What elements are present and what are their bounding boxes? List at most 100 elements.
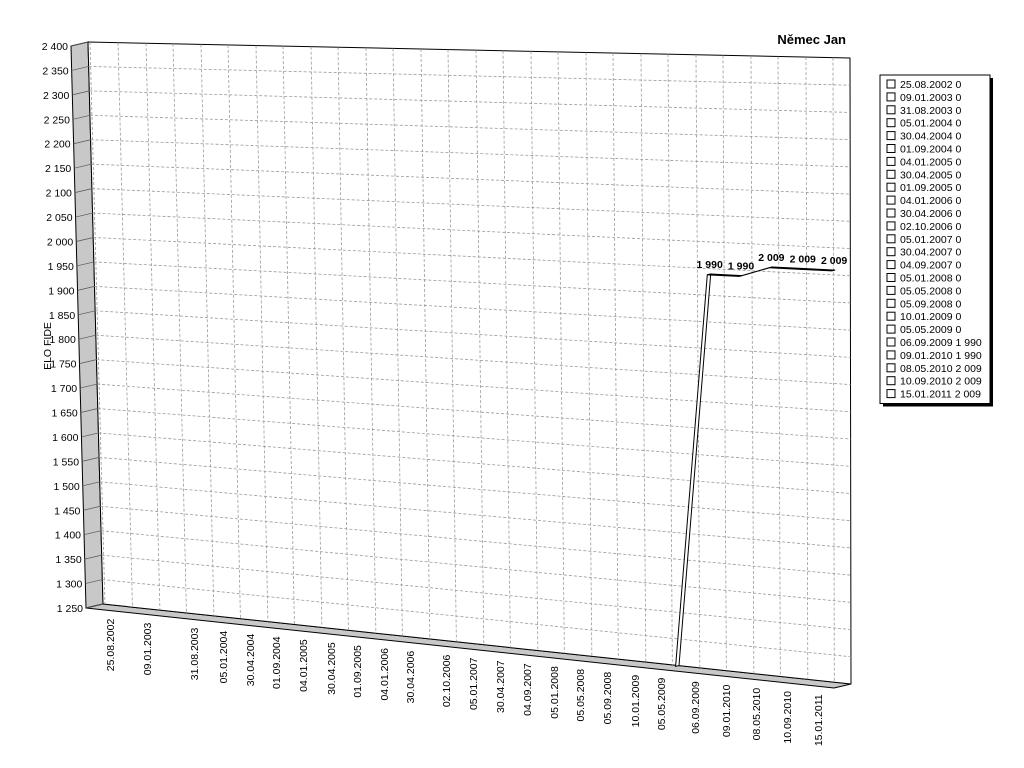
legend-entry: 30.04.2006 0: [900, 208, 961, 220]
legend-entry: 05.01.2004 0: [900, 118, 961, 130]
legend-marker: [886, 247, 896, 257]
legend-entry: 15.01.2011 2 009: [900, 389, 981, 401]
legend-marker: [886, 337, 896, 347]
x-tick-label: 05.01.2008: [549, 666, 561, 719]
data-label: 1 990: [697, 259, 723, 271]
legend-entry: 05.01.2008 0: [900, 273, 961, 285]
x-tick-label: 09.01.2010: [721, 684, 733, 737]
legend-marker: [886, 79, 896, 89]
legend-marker: [886, 195, 896, 205]
x-tick-label: 02.10.2006: [441, 654, 453, 707]
y-tick-label: 1 950: [48, 261, 74, 273]
legend-marker: [886, 92, 896, 102]
legend-marker: [886, 376, 896, 386]
legend-entry: 25.08.2002 0: [900, 79, 961, 91]
legend: 25.08.2002 009.01.2003 031.08.2003 005.0…: [879, 74, 993, 407]
y-tick-label: 2 200: [44, 139, 70, 151]
y-tick-label: 1 550: [53, 456, 79, 468]
y-tick-label: 2 000: [47, 236, 73, 248]
legend-entry: 05.09.2008 0: [900, 298, 961, 310]
legend-entry: 05.05.2009 0: [900, 324, 961, 336]
legend-entry: 04.01.2005 0: [900, 156, 961, 168]
x-tick-label: 06.09.2009: [690, 681, 702, 734]
legend-marker: [886, 169, 896, 179]
legend-marker: [886, 156, 896, 166]
legend-entry: 30.04.2005 0: [900, 169, 961, 181]
legend-marker: [886, 234, 896, 244]
legend-marker: [886, 144, 896, 153]
x-tick-label: 31.08.2003: [189, 628, 201, 681]
back-wall: [87, 41, 852, 685]
legend-marker: [886, 298, 896, 308]
legend-entry: 05.05.2008 0: [900, 285, 961, 297]
legend-marker: [886, 311, 896, 321]
y-tick-label: 2 100: [46, 188, 72, 200]
legend-marker: [886, 324, 896, 334]
legend-marker: [886, 363, 896, 373]
legend-marker: [886, 131, 896, 141]
x-tick-label: 05.01.2004: [218, 631, 230, 684]
y-tick-label: 1 300: [56, 579, 82, 591]
legend-marker: [886, 208, 896, 218]
y-tick-label: 2 250: [44, 114, 70, 126]
legend-marker: [886, 350, 896, 360]
legend-marker: [886, 118, 896, 128]
x-tick-label: 05.05.2008: [575, 669, 587, 722]
legend-marker: [886, 285, 896, 295]
y-tick-label: 1 500: [53, 481, 79, 493]
data-label: 2 009: [758, 252, 784, 264]
legend-entry: 01.09.2005 0: [900, 182, 961, 194]
x-tick-label: 01.09.2005: [352, 645, 364, 698]
x-tick-label: 10.09.2010: [782, 691, 794, 744]
x-tick-label: 30.04.2004: [245, 633, 257, 686]
y-tick-label: 2 300: [43, 90, 69, 102]
x-tick-label: 15.01.2011: [813, 694, 825, 746]
legend-marker: [886, 182, 896, 192]
x-tick-label: 09.01.2003: [142, 622, 154, 675]
data-label: 2 009: [790, 254, 816, 266]
y-tick-label: 1 850: [49, 310, 75, 322]
x-tick-label: 05.05.2009: [656, 677, 668, 730]
y-tick-label: 2 400: [42, 41, 68, 53]
x-tick-label: 05.09.2008: [602, 672, 614, 725]
legend-entry: 30.04.2007 0: [900, 247, 961, 259]
legend-marker: [886, 221, 896, 231]
y-tick-label: 1 250: [57, 603, 83, 615]
legend-entry: 02.10.2006 0: [900, 221, 961, 233]
legend-entry: 06.09.2009 1 990: [900, 337, 982, 349]
y-tick-label: 1 700: [51, 383, 77, 395]
legend-marker: [886, 105, 896, 115]
y-tick-label: 1 400: [55, 530, 81, 542]
legend-entry: 01.09.2004 0: [900, 144, 961, 156]
x-tick-label: 01.09.2004: [271, 636, 283, 689]
legend-marker: [886, 273, 896, 282]
legend-entry: 31.08.2003 0: [900, 105, 961, 117]
legend-entry: 04.09.2007 0: [900, 260, 961, 272]
legend-marker: [886, 389, 896, 399]
x-tick-label: 30.04.2006: [405, 651, 417, 704]
y-tick-label: 1 600: [52, 432, 78, 444]
legend-entry: 10.01.2009 0: [900, 311, 961, 323]
x-tick-label: 05.01.2007: [468, 657, 480, 710]
legend-marker: [886, 260, 896, 270]
y-tick-label: 1 350: [55, 554, 81, 566]
legend-entry: 09.01.2003 0: [900, 92, 961, 104]
y-tick-label: 2 050: [46, 212, 72, 224]
x-tick-label: 04.09.2007: [522, 663, 534, 716]
elo-chart: Němec Jan ELO FIDE 1 2501 3001 3501 4001…: [42, 32, 993, 746]
y-tick-label: 1 900: [48, 285, 74, 297]
y-tick-label: 1 800: [50, 334, 76, 346]
chart-title: Němec Jan: [777, 32, 846, 47]
legend-entry: 10.09.2010 2 009: [900, 376, 982, 388]
x-tick-label: 30.04.2007: [495, 660, 507, 713]
y-tick-label: 1 450: [54, 505, 80, 517]
legend-entry: 08.05.2010 2 009: [900, 363, 982, 375]
y-tick-label: 1 750: [50, 359, 76, 371]
legend-entry: 30.04.2004 0: [900, 131, 961, 143]
x-tick-label: 08.05.2010: [751, 688, 763, 741]
x-tick-label: 25.08.2002: [105, 619, 117, 672]
data-label: 2 009: [821, 255, 847, 267]
x-tick-label: 04.01.2005: [298, 639, 310, 692]
data-label: 1 990: [728, 261, 754, 273]
x-tick-label: 30.04.2005: [326, 642, 338, 695]
